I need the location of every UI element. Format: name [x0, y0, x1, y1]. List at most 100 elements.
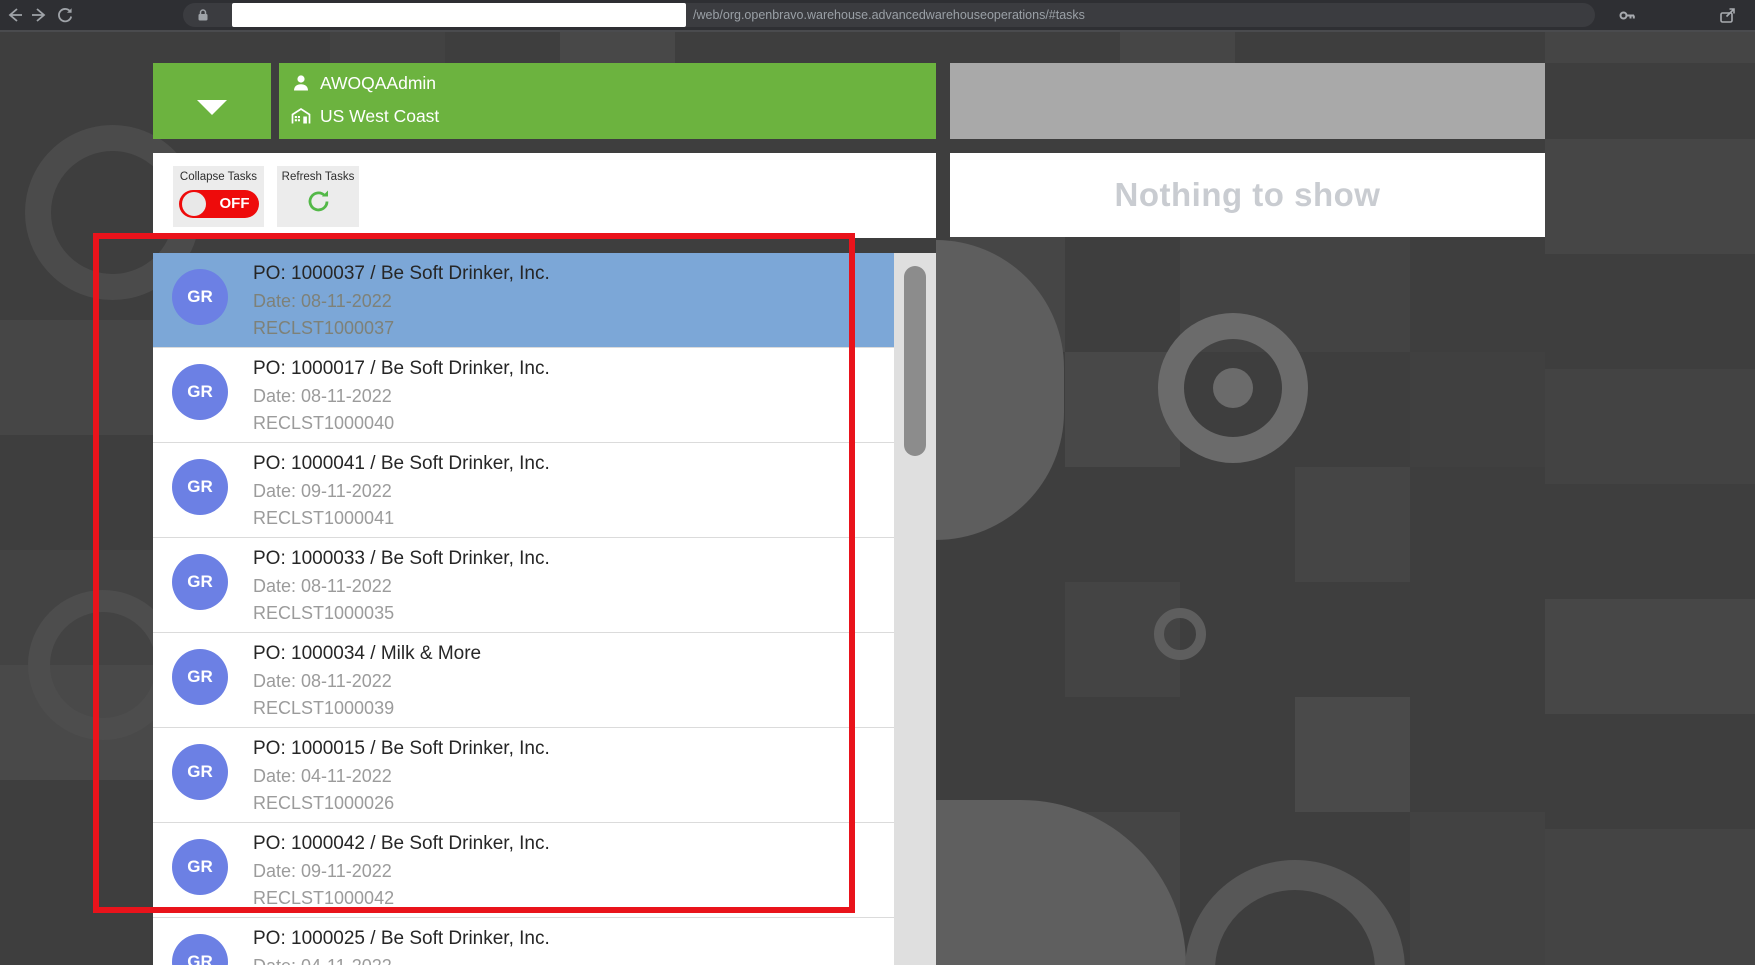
- forward-icon[interactable]: [30, 6, 48, 24]
- browser-toolbar: /web/org.openbravo.warehouse.advancedwar…: [0, 0, 1755, 32]
- task-list: GR PO: 1000037 / Be Soft Drinker, Inc. D…: [153, 253, 894, 965]
- screen: /web/org.openbravo.warehouse.advancedwar…: [0, 0, 1755, 965]
- task-ref: RECLST1000042: [253, 888, 395, 908]
- task-date: Date: 09-11-2022: [253, 481, 392, 501]
- task-title: PO: 1000037 / Be Soft Drinker, Inc.: [253, 263, 550, 284]
- redacted-url-area: [232, 3, 686, 27]
- user-name: AWOQAAdmin: [320, 72, 437, 93]
- task-date: Date: 04-11-2022: [253, 766, 392, 786]
- task-row[interactable]: GR PO: 1000017 / Be Soft Drinker, Inc. D…: [153, 348, 894, 443]
- task-text: PO: 1000034 / Milk & More Date: 08-11-20…: [253, 640, 481, 722]
- chevron-down-icon: [197, 99, 227, 115]
- right-header-bar: [950, 63, 1545, 139]
- toggle-knob: [181, 192, 206, 216]
- task-title: PO: 1000042 / Be Soft Drinker, Inc.: [253, 833, 550, 854]
- task-text: PO: 1000015 / Be Soft Drinker, Inc. Date…: [253, 735, 550, 817]
- task-ref: RECLST1000040: [253, 413, 395, 433]
- task-avatar-text: GR: [187, 952, 213, 965]
- background-tile: [1545, 829, 1755, 965]
- task-date: Date: 04-11-2022: [253, 953, 550, 965]
- task-date: Date: 08-11-2022: [253, 386, 392, 406]
- task-date: Date: 08-11-2022: [253, 671, 392, 691]
- task-type-badge: GR: [172, 649, 228, 705]
- task-avatar-text: GR: [187, 762, 213, 781]
- task-avatar-text: GR: [187, 667, 213, 686]
- task-row[interactable]: GR PO: 1000037 / Be Soft Drinker, Inc. D…: [153, 253, 894, 348]
- background-tile: [330, 30, 445, 63]
- url-path: /web/org.openbravo.warehouse.advancedwar…: [693, 8, 1085, 22]
- collapse-tasks-button[interactable]: Collapse Tasks OFF: [173, 166, 264, 227]
- task-text: PO: 1000025 / Be Soft Drinker, Inc. Date…: [253, 925, 550, 965]
- task-type-badge: GR: [172, 934, 228, 965]
- menu-dropdown-button[interactable]: [153, 63, 271, 139]
- logo-watermark: [1185, 860, 1405, 965]
- warehouse-name: US West Coast: [320, 105, 440, 126]
- background-tile: [1545, 369, 1755, 484]
- refresh-icon: [308, 190, 328, 212]
- scrollbar-thumb[interactable]: [904, 266, 926, 456]
- task-date: Date: 09-11-2022: [253, 861, 392, 881]
- task-row[interactable]: GR PO: 1000033 / Be Soft Drinker, Inc. D…: [153, 538, 894, 633]
- empty-state-message: Nothing to show: [1114, 176, 1381, 213]
- background-tile: [1545, 599, 1755, 714]
- task-avatar-text: GR: [187, 287, 213, 306]
- task-title: PO: 1000025 / Be Soft Drinker, Inc.: [253, 928, 550, 949]
- background-tile: [1120, 30, 1235, 63]
- refresh-tasks-label: Refresh Tasks: [281, 171, 355, 183]
- task-title: PO: 1000015 / Be Soft Drinker, Inc.: [253, 738, 550, 759]
- key-icon[interactable]: [1618, 6, 1636, 24]
- task-type-badge: GR: [172, 364, 228, 420]
- task-type-badge: GR: [172, 839, 228, 895]
- task-avatar-text: GR: [187, 477, 213, 496]
- background-tile: [1295, 697, 1410, 812]
- task-text: PO: 1000042 / Be Soft Drinker, Inc. Date…: [253, 830, 550, 912]
- task-text: PO: 1000037 / Be Soft Drinker, Inc. Date…: [253, 260, 550, 342]
- background-tile: [1295, 467, 1410, 582]
- task-row[interactable]: GR PO: 1000042 / Be Soft Drinker, Inc. D…: [153, 823, 894, 918]
- collapse-tasks-label: Collapse Tasks: [179, 171, 258, 183]
- task-ref: RECLST1000035: [253, 603, 395, 623]
- background-tile: [1213, 368, 1253, 408]
- task-list-panel: GR PO: 1000037 / Be Soft Drinker, Inc. D…: [153, 253, 936, 965]
- background-tile: [560, 30, 675, 63]
- task-type-badge: GR: [172, 744, 228, 800]
- refresh-tasks-button[interactable]: Refresh Tasks: [277, 166, 359, 227]
- logo-watermark: [1154, 608, 1206, 660]
- warehouse-icon: [291, 107, 311, 124]
- task-avatar-text: GR: [187, 857, 213, 876]
- task-date: Date: 08-11-2022: [253, 576, 392, 596]
- tasks-toolbar: Collapse Tasks OFF Refresh Tasks: [153, 153, 936, 238]
- task-row[interactable]: GR PO: 1000041 / Be Soft Drinker, Inc. D…: [153, 443, 894, 538]
- task-title: PO: 1000034 / Milk & More: [253, 643, 482, 664]
- lock-icon: [198, 9, 208, 21]
- user-icon: [294, 75, 308, 91]
- session-header[interactable]: AWOQAAdmin US West Coast: [279, 63, 936, 139]
- back-icon[interactable]: [6, 6, 24, 24]
- task-text: PO: 1000033 / Be Soft Drinker, Inc. Date…: [253, 545, 550, 627]
- task-type-badge: GR: [172, 459, 228, 515]
- scrollbar-track[interactable]: [894, 253, 936, 965]
- detail-panel: Nothing to show: [950, 153, 1545, 237]
- task-row[interactable]: GR PO: 1000025 / Be Soft Drinker, Inc. D…: [153, 918, 894, 965]
- task-avatar-text: GR: [187, 382, 213, 401]
- background-tile: [1545, 30, 1755, 63]
- url-bar[interactable]: /web/org.openbravo.warehouse.advancedwar…: [183, 3, 1595, 27]
- toggle-state-label: OFF: [219, 195, 250, 212]
- task-row[interactable]: GR PO: 1000015 / Be Soft Drinker, Inc. D…: [153, 728, 894, 823]
- reload-icon[interactable]: [56, 6, 74, 24]
- share-icon[interactable]: [1718, 6, 1736, 24]
- task-title: PO: 1000017 / Be Soft Drinker, Inc.: [253, 358, 550, 379]
- background-tile: [0, 320, 153, 435]
- task-ref: RECLST1000039: [253, 698, 395, 718]
- task-type-badge: GR: [172, 269, 228, 325]
- task-ref: RECLST1000037: [253, 318, 395, 338]
- task-ref: RECLST1000041: [253, 508, 395, 528]
- task-title: PO: 1000033 / Be Soft Drinker, Inc.: [253, 548, 550, 569]
- task-row[interactable]: GR PO: 1000034 / Milk & More Date: 08-11…: [153, 633, 894, 728]
- task-ref: RECLST1000026: [253, 793, 395, 813]
- background-tile: [1410, 352, 1545, 467]
- collapse-tasks-toggle[interactable]: OFF: [178, 190, 259, 218]
- task-date: Date: 08-11-2022: [253, 291, 392, 311]
- task-text: PO: 1000017 / Be Soft Drinker, Inc. Date…: [253, 355, 550, 437]
- task-type-badge: GR: [172, 554, 228, 610]
